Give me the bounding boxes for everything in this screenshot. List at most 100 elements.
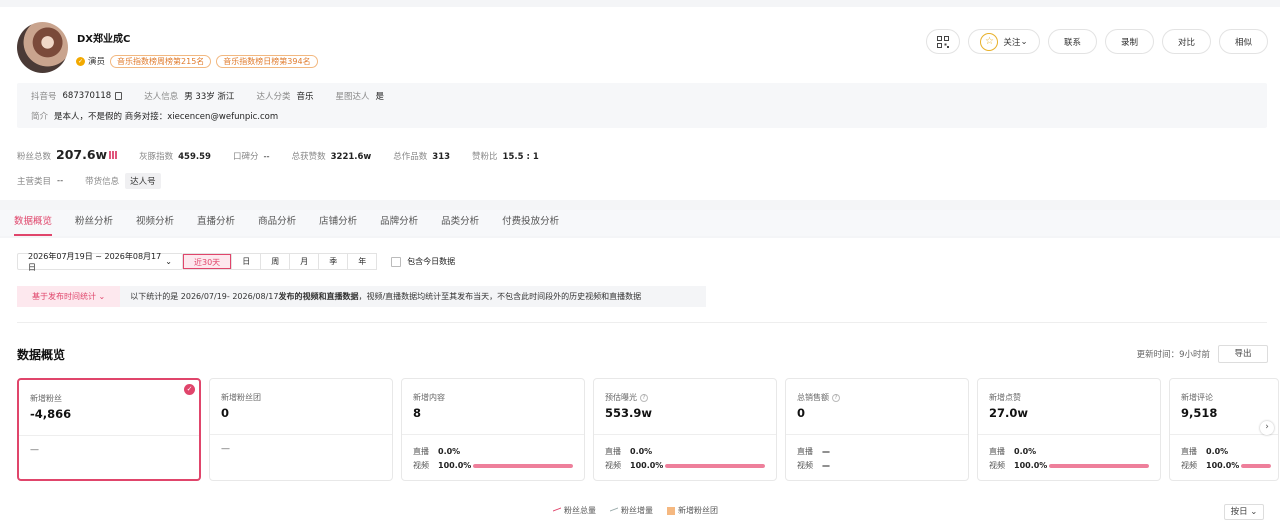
period-selector: 近30天 日 周 月 季 年 — [183, 253, 378, 270]
video-pct: 100.0% — [1014, 461, 1048, 470]
metric-label: 新增点赞 — [989, 393, 1021, 402]
live-pct: 0.0% — [630, 447, 653, 456]
chart-icon[interactable] — [109, 151, 118, 159]
notice-suffix: ，视频/直播数据均统计至其发布当天，不包含此时间段外的历史视频和直播数据 — [358, 292, 642, 301]
douyin-id-label: 抖音号 — [31, 92, 57, 102]
metric-foot: — — [221, 444, 230, 454]
tab-fans[interactable]: 粉丝分析 — [75, 210, 113, 236]
tab-live[interactable]: 直播分析 — [197, 210, 235, 236]
metric-value: -4,866 — [30, 407, 72, 421]
metric-foot: — — [30, 445, 39, 455]
bar-icon — [667, 506, 675, 515]
live-label: 直播 — [797, 447, 813, 456]
metric-value: 9,518 — [1181, 406, 1218, 420]
section-title: 数据概览 — [17, 348, 66, 362]
profile-actions: ☆ 关注 ⌄ 联系 录制 对比 相似 — [926, 29, 1268, 54]
verified-icon: ✓ — [76, 56, 85, 66]
rank-tag-daily[interactable]: 音乐指数榜日榜第394名 — [216, 54, 318, 68]
main-category-label: 主营类目 — [17, 177, 52, 187]
metric-card-new-fans[interactable]: ✓ 新增粉丝 -4,866 — — [17, 378, 201, 481]
legend-label: 新增粉丝团 — [678, 506, 718, 515]
goods-info-value: 达人号 — [125, 173, 161, 189]
douyin-id-value: 687370118 — [62, 91, 112, 101]
copy-icon[interactable] — [115, 92, 123, 100]
tab-video[interactable]: 视频分析 — [136, 210, 174, 236]
tab-paid-ads[interactable]: 付费投放分析 — [502, 210, 559, 236]
stats-notice: 基于发布时间统计 ⌄ 以下统计的是 2026/07/19- 2026/08/17… — [17, 286, 706, 307]
tab-overview[interactable]: 数据概览 — [14, 210, 53, 236]
video-label: 视频 — [605, 461, 621, 470]
similar-button[interactable]: 相似 — [1219, 29, 1268, 54]
follow-button[interactable]: ☆ 关注 ⌄ — [968, 29, 1040, 54]
basis-dropdown[interactable]: 基于发布时间统计 ⌄ — [17, 286, 121, 307]
live-label: 直播 — [413, 447, 429, 456]
tab-store[interactable]: 店铺分析 — [319, 210, 357, 236]
export-button[interactable]: 导出 — [1218, 345, 1268, 363]
star-talent-value: 是 — [375, 92, 384, 102]
qrcode-button[interactable] — [926, 29, 960, 54]
fans-value: 207.6w — [56, 147, 108, 162]
like-fan-ratio-label: 赞粉比 — [472, 152, 498, 162]
star-talent-label: 星图达人 — [335, 92, 370, 102]
line-icon — [553, 507, 561, 514]
basis-label: 基于发布时间统计 — [32, 292, 96, 301]
live-pct: 0.0% — [438, 447, 461, 456]
filter-bar: 2026年07月19日 ~ 2026年08月17日 ⌄ 近30天 日 周 月 季… — [17, 252, 455, 272]
tab-goods[interactable]: 商品分析 — [258, 210, 296, 236]
role-row: ✓ 演员 音乐指数榜周榜第215名 音乐指数榜日榜第394名 — [76, 54, 318, 68]
period-30days[interactable]: 近30天 — [183, 254, 232, 269]
metric-card-exposure[interactable]: 预估曝光? 553.9w 直播 0.0% 视频 100.0% — [593, 378, 777, 481]
like-fan-ratio-value: 15.5 : 1 — [502, 152, 539, 162]
help-icon[interactable]: ? — [640, 393, 648, 402]
metric-label: 新增粉丝 — [30, 394, 62, 403]
legend-fan-growth[interactable]: 粉丝增量 — [610, 505, 653, 516]
video-label: 视频 — [1181, 461, 1197, 470]
role-label: 演员 — [88, 57, 106, 67]
record-button[interactable]: 录制 — [1105, 29, 1154, 54]
metric-card-new-fan-club[interactable]: 新增粉丝团 0 — — [209, 378, 393, 481]
live-pct: — — [822, 447, 830, 456]
metric-label: 新增评论 — [1181, 393, 1213, 402]
rank-tag-weekly[interactable]: 音乐指数榜周榜第215名 — [110, 54, 212, 68]
live-pct: 0.0% — [1014, 447, 1037, 456]
legend-new-fan-club[interactable]: 新增粉丝团 — [667, 505, 718, 516]
include-today-checkbox[interactable] — [391, 256, 402, 267]
page: DX郑业成C ✓ 演员 音乐指数榜周榜第215名 音乐指数榜日榜第394名 ☆ … — [0, 0, 1280, 529]
legend-label: 粉丝增量 — [621, 506, 653, 515]
chevron-right-icon[interactable]: › — [1260, 421, 1274, 435]
period-quarter[interactable]: 季 — [318, 254, 347, 269]
metric-label-text: 预估曝光 — [605, 393, 637, 402]
help-icon[interactable]: ? — [832, 393, 840, 402]
chevron-down-icon: ⌄ — [165, 257, 172, 266]
profile-name: DX郑业成C — [77, 34, 131, 45]
notice-prefix: 以下统计的是 2026/07/19- 2026/08/17 — [130, 292, 279, 301]
live-label: 直播 — [1181, 447, 1197, 456]
metric-cards: ✓ 新增粉丝 -4,866 — 新增粉丝团 0 — 新增内容 8 直播 0.0% … — [17, 378, 1279, 481]
metric-card-new-likes[interactable]: 新增点赞 27.0w 直播 0.0% 视频 100.0% — [977, 378, 1161, 481]
contact-button[interactable]: 联系 — [1048, 29, 1097, 54]
info-box: 抖音号 687370118 达人信息 男 33岁 浙江 达人分类 音乐 星图达人… — [17, 83, 1267, 128]
gray-index-label: 灰豚指数 — [139, 152, 174, 162]
avatar[interactable] — [17, 22, 68, 73]
period-month[interactable]: 月 — [289, 254, 318, 269]
legend-total-fans[interactable]: 粉丝总量 — [553, 505, 596, 516]
metric-card-sales[interactable]: 总销售额? 0 直播 — 视频 — — [785, 378, 969, 481]
works-label: 总作品数 — [393, 152, 428, 162]
category-value: 音乐 — [296, 92, 314, 102]
period-day[interactable]: 日 — [231, 254, 260, 269]
period-year[interactable]: 年 — [347, 254, 376, 269]
compare-button[interactable]: 对比 — [1162, 29, 1211, 54]
stats-row: 粉丝总数 207.6w 灰豚指数 459.59 口碑分 -- 总获赞数 3221… — [17, 147, 561, 162]
notice-bold: 发布的视频和直播数据 — [278, 292, 359, 301]
tab-brand[interactable]: 品牌分析 — [380, 210, 418, 236]
metric-card-new-content[interactable]: 新增内容 8 直播 0.0% 视频 100.0% — [401, 378, 585, 481]
granularity-select[interactable]: 按日 ⌄ — [1224, 504, 1264, 520]
metric-value: 0 — [221, 406, 230, 420]
video-share-bar — [1049, 463, 1149, 468]
tab-category[interactable]: 品类分析 — [441, 210, 479, 236]
date-range-picker[interactable]: 2026年07月19日 ~ 2026年08月17日 ⌄ — [17, 252, 183, 272]
period-week[interactable]: 周 — [260, 254, 289, 269]
analysis-tabs: 数据概览 粉丝分析 视频分析 直播分析 商品分析 店铺分析 品牌分析 品类分析 … — [0, 210, 1280, 236]
video-label: 视频 — [989, 461, 1005, 470]
goods-info-label: 带货信息 — [85, 177, 120, 187]
